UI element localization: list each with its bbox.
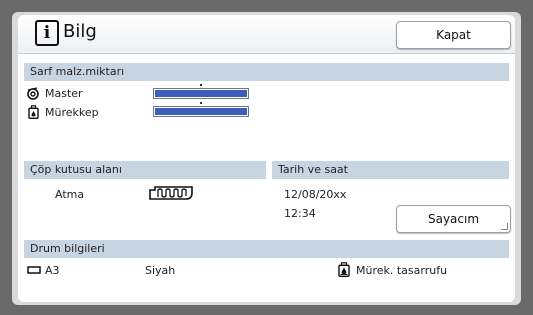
- ink-saving-icon: [338, 262, 350, 277]
- time-value: 12:34: [284, 207, 316, 220]
- counter-button-label: Sayacım: [427, 212, 480, 226]
- ink-label: Mürekkep: [45, 106, 99, 119]
- ink-gauge-marker: [200, 102, 202, 104]
- counter-button[interactable]: Sayacım: [396, 205, 511, 233]
- paper-size-value: A3: [45, 264, 60, 277]
- consumables-section-header: Sarf malz.miktarı: [24, 63, 509, 81]
- ink-saving-label: Mürek. tasarrufu: [356, 264, 448, 277]
- drum-section-header: Drum bilgileri: [24, 240, 509, 258]
- resize-grip-icon: [501, 223, 508, 230]
- waste-box-icon: [149, 186, 193, 200]
- info-dialog: i Bilg Kapat Sarf malz.miktarı Master Mü…: [18, 15, 515, 302]
- waste-box-label: Atma: [55, 188, 85, 201]
- ink-cartridge-icon: [28, 105, 39, 119]
- ink-level-bar: [153, 106, 249, 117]
- info-icon: i: [35, 20, 59, 46]
- ink-color-value: Siyah: [145, 264, 176, 277]
- dialog-title: Bilg: [63, 21, 97, 42]
- master-gauge-marker: [200, 84, 202, 86]
- close-button[interactable]: Kapat: [396, 21, 511, 49]
- datetime-section-header: Tarih ve saat: [272, 161, 509, 179]
- title-bar: i Bilg Kapat: [18, 15, 515, 54]
- master-level-fill: [155, 90, 247, 97]
- master-level-bar: [153, 88, 249, 99]
- waste-box-section-header: Çöp kutusu alanı: [24, 161, 266, 179]
- master-label: Master: [45, 87, 83, 100]
- ink-level-fill: [155, 108, 247, 115]
- paper-size-icon: [27, 266, 41, 274]
- master-roll-icon: [27, 87, 39, 100]
- date-value: 12/08/20xx: [284, 188, 347, 201]
